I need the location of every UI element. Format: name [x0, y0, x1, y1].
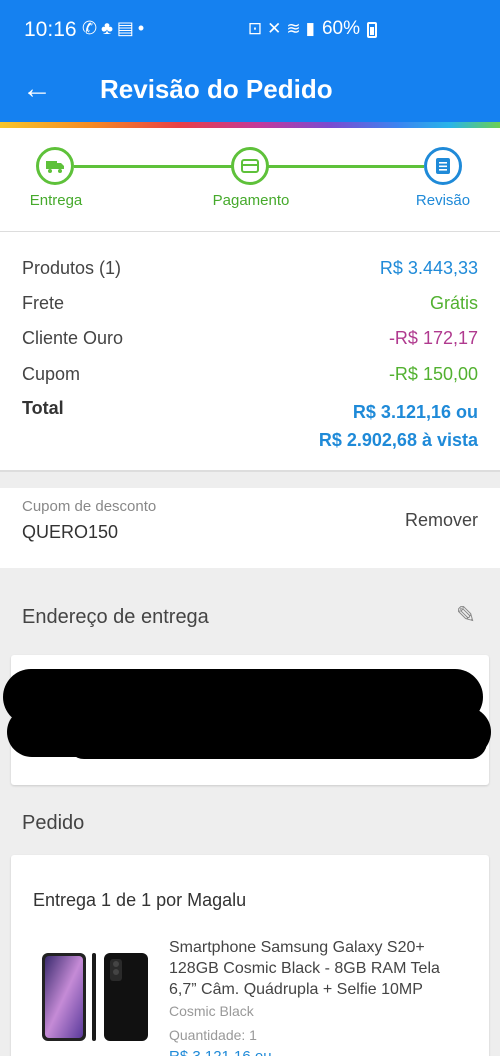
order-title: Pedido: [22, 812, 85, 834]
shipping-value: Grátis: [429, 293, 478, 313]
list-icon: [436, 158, 450, 174]
coupon-code: QUERO150: [22, 522, 119, 542]
product-quantity: Quantidade: 1: [169, 1027, 257, 1043]
signal-icon: ▮: [305, 19, 320, 38]
page-title: Revisão do Pedido: [100, 74, 333, 104]
mute-icon: ✕: [267, 19, 287, 38]
gold-label: Cliente Ouro: [22, 328, 124, 348]
battery-icon: [367, 22, 377, 38]
app-icon: ♣: [101, 18, 117, 38]
product-price: R$ 3.121,16 ou: [169, 1048, 272, 1056]
shipping-label: Frete: [22, 293, 65, 313]
coupon-value: -R$ 150,00: [388, 364, 478, 384]
product-image[interactable]: [42, 951, 154, 1043]
summary-row-shipping: Frete Grátis: [22, 293, 478, 319]
summary-row-total: Total R$ 3.121,16 ou R$ 2.902,68 à vista: [22, 398, 478, 458]
coupon-label: Cupom: [22, 364, 81, 384]
coupon-section: Cupom de desconto QUERO150 Remover: [0, 488, 500, 568]
address-card[interactable]: [3, 655, 491, 785]
lock-icon: ⊡: [247, 19, 268, 38]
step-pagamento[interactable]: [231, 147, 269, 185]
step-label-pagamento: Pagamento: [212, 192, 290, 209]
total-value: R$ 3.121,16 ou R$ 2.902,68 à vista: [319, 398, 478, 454]
whatsapp-icon: ✆: [82, 18, 102, 38]
step-revisao[interactable]: [424, 147, 462, 185]
back-arrow-icon[interactable]: ←: [22, 74, 52, 104]
total-cash: R$ 2.902,68 à vista: [318, 430, 478, 450]
summary-row-gold: Cliente Ouro -R$ 172,17: [22, 328, 478, 354]
redacted-address: [67, 725, 487, 759]
dot-icon: •: [137, 18, 149, 38]
step-entrega[interactable]: [36, 147, 74, 185]
step-connector: [74, 165, 234, 168]
remove-coupon-button[interactable]: Remover: [405, 510, 478, 531]
total-installment: R$ 3.121,16 ou: [352, 402, 478, 422]
address-title: Endereço de entrega: [22, 606, 209, 628]
app-bar: ← Revisão do Pedido: [0, 62, 500, 122]
calendar-icon: ▤: [116, 18, 138, 38]
summary-row-coupon: Cupom -R$ 150,00: [22, 364, 478, 390]
order-summary: Produtos (1) R$ 3.443,33 Frete Grátis Cl…: [0, 232, 500, 472]
step-label-revisao: Revisão: [415, 192, 471, 209]
pencil-icon[interactable]: ✎: [456, 601, 476, 630]
battery-level: 60%: [321, 18, 360, 39]
step-label-entrega: Entrega: [29, 192, 83, 209]
system-icons: ⊡✕≋▮: [248, 19, 320, 39]
step-connector: [268, 165, 424, 168]
truck-icon: [46, 161, 64, 173]
products-label: Produtos (1): [22, 258, 122, 278]
summary-row-products: Produtos (1) R$ 3.443,33: [22, 258, 478, 284]
products-value: R$ 3.443,33: [379, 258, 478, 278]
coupon-caption: Cupom de desconto: [22, 498, 157, 515]
checkout-stepper: Entrega Pagamento Revisão: [0, 128, 500, 232]
card-icon: [241, 159, 259, 173]
wifi-icon: ≋: [286, 19, 306, 38]
order-card: Entrega 1 de 1 por Magalu Smartphone Sam…: [11, 855, 489, 1056]
gold-value: -R$ 172,17: [388, 328, 478, 348]
product-color: Cosmic Black: [169, 1003, 254, 1019]
delivery-label: Entrega 1 de 1 por Magalu: [33, 890, 247, 910]
status-bar: 10:16 ✆♣▤• ⊡✕≋▮ 60%: [0, 0, 500, 62]
status-time: 10:16: [24, 18, 77, 41]
notification-icons: ✆♣▤•: [82, 18, 148, 39]
total-label: Total: [22, 398, 64, 418]
product-name[interactable]: Smartphone Samsung Galaxy S20+ 128GB Cos…: [169, 937, 469, 1000]
